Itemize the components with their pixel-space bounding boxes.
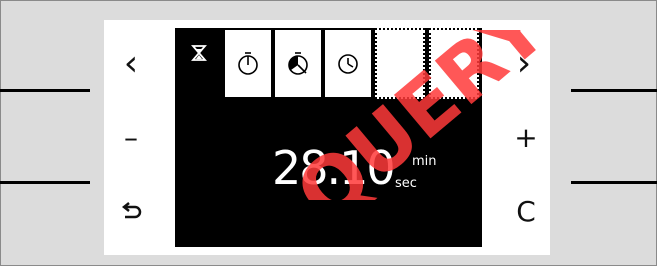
left-divider-bottom: [0, 181, 90, 184]
timer-icon: [238, 51, 258, 75]
minus-button[interactable]: –: [111, 118, 151, 158]
timer-half-icon: [288, 51, 308, 75]
tab-empty-1[interactable]: [375, 28, 425, 99]
plus-button[interactable]: +: [506, 118, 546, 158]
unit-sec-label: sec: [395, 176, 417, 191]
left-divider-top: [0, 89, 90, 92]
back-button[interactable]: [111, 192, 151, 232]
hourglass-icon: [191, 45, 207, 61]
tab-timer-half[interactable]: [273, 28, 323, 99]
tab-timer[interactable]: [223, 28, 273, 99]
previous-button[interactable]: ‹: [111, 44, 151, 84]
display-screen: [175, 28, 482, 247]
time-readout: 28.10: [272, 141, 396, 195]
unit-min-label: min: [412, 154, 437, 169]
right-divider-top: [571, 89, 657, 92]
tab-hourglass[interactable]: [175, 28, 223, 99]
next-button[interactable]: ›: [504, 44, 544, 84]
tab-empty-2[interactable]: [429, 28, 479, 99]
clock-icon: [338, 53, 358, 74]
clear-button[interactable]: C: [506, 192, 546, 232]
tab-clock[interactable]: [323, 28, 373, 99]
right-divider-bottom: [571, 181, 657, 184]
back-icon: [121, 202, 142, 219]
